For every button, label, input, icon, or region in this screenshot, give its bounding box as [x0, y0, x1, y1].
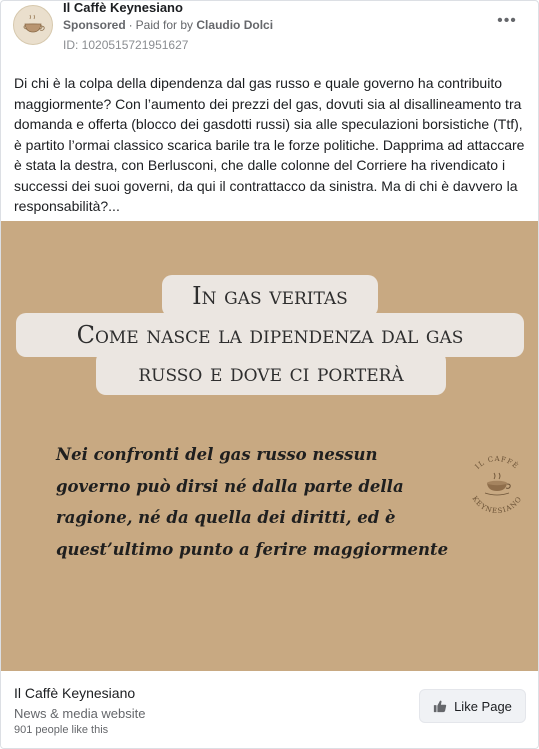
- creative-title-line-3: russo e dove ci porterà: [96, 351, 446, 395]
- svg-text:IL CAFFÈ: IL CAFFÈ: [474, 455, 521, 471]
- creative-title-line-1: In gas veritas: [162, 275, 378, 317]
- like-page-label: Like Page: [454, 698, 512, 714]
- footer-page-name[interactable]: Il Caffè Keynesiano: [14, 685, 135, 701]
- ellipsis-icon: •••: [497, 12, 517, 29]
- coffee-cup-logo-icon: [23, 14, 45, 33]
- post-footer: Il Caffè Keynesiano News & media website…: [1, 671, 538, 748]
- post-body-text: Di chi è la colpa della dipendenza dal g…: [14, 75, 525, 214]
- paid-for-label: Paid for by: [135, 18, 194, 32]
- sponsored-line: Sponsored · Paid for by Claudio Dolci: [63, 18, 273, 32]
- payer-name: Claudio Dolci: [196, 18, 274, 32]
- page-name-link[interactable]: Il Caffè Keynesiano: [63, 1, 183, 15]
- footer-like-count: 901 people like this: [14, 724, 109, 736]
- svg-text:KEYNESIANO: KEYNESIANO: [470, 495, 523, 515]
- caffe-keynesiano-stamp-logo: IL CAFFÈ KEYNESIANO: [470, 455, 523, 515]
- page-avatar[interactable]: [13, 5, 53, 45]
- stamp-bottom-text: KEYNESIANO: [470, 495, 522, 515]
- thumbs-up-icon: [433, 700, 447, 713]
- more-options-button[interactable]: •••: [496, 13, 518, 29]
- stamp-cup-icon: [484, 472, 511, 496]
- ad-id: ID: 1020515721951627: [63, 38, 189, 52]
- ad-card: Il Caffè Keynesiano Sponsored · Paid for b…: [0, 0, 539, 749]
- meta-separator: ·: [128, 18, 133, 32]
- footer-category: News & media website: [14, 706, 146, 721]
- stamp-top-text: IL CAFFÈ: [474, 455, 520, 471]
- like-page-button[interactable]: Like Page: [419, 689, 526, 723]
- post-header: Il Caffè Keynesiano Sponsored · Paid for b…: [1, 1, 538, 61]
- ad-creative-image[interactable]: In gas veritas Come nasce la dipendenza …: [1, 221, 538, 671]
- sponsored-label: Sponsored: [63, 18, 126, 32]
- creative-quote: Nei confronti del gas russo nessun gover…: [56, 445, 449, 559]
